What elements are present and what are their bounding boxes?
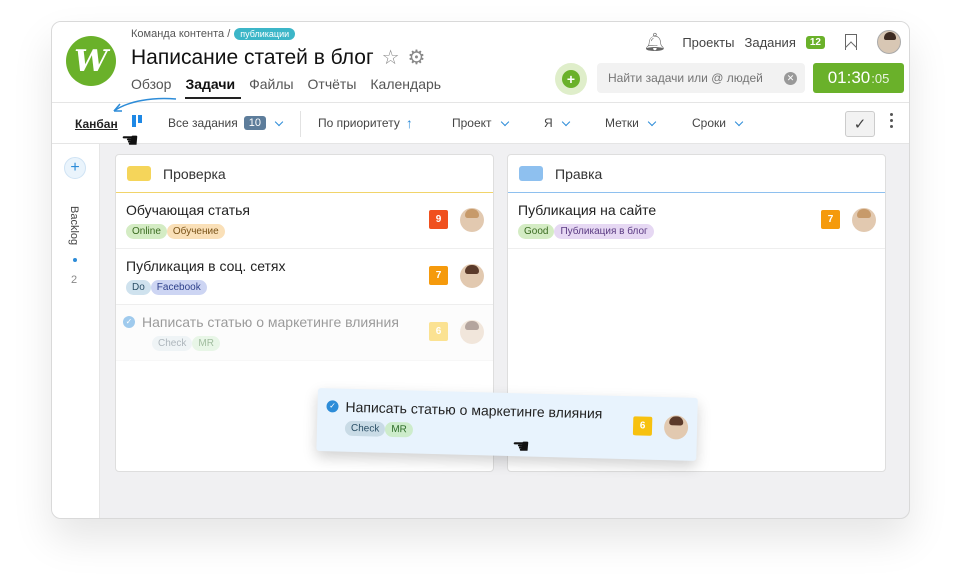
search-box: ✕ (597, 63, 805, 93)
user-avatar[interactable] (877, 30, 901, 54)
column-title: Правка (555, 165, 603, 182)
deadlines-label: Сроки (692, 116, 726, 130)
task-card-drag-placeholder: ✓ Написать статью о маркетинге влияния C… (116, 305, 493, 361)
tag[interactable]: Check (344, 420, 386, 437)
task-card[interactable]: Обучающая статья Online Обучение 9 (116, 193, 493, 249)
priority-badge: 7 (429, 266, 448, 285)
column-header[interactable]: Правка (508, 155, 885, 193)
assignee-avatar[interactable] (852, 208, 876, 232)
project-filter[interactable]: Проект (452, 116, 509, 130)
kanban-view-link[interactable]: Канбан (75, 117, 118, 131)
backlog-count: 2 (71, 274, 78, 286)
swoosh-arrow-icon (113, 97, 177, 112)
priority-badge: 7 (821, 210, 840, 229)
column-color-swatch (127, 166, 151, 181)
check-circle-icon: ✓ (123, 316, 135, 328)
project-label: Проект (452, 116, 492, 130)
assignee-avatar[interactable] (460, 208, 484, 232)
tasks-count-badge: 12 (805, 35, 825, 49)
star-icon[interactable]: ☆ (382, 48, 400, 68)
priority-badge: 6 (632, 416, 653, 436)
bookmark-icon[interactable] (845, 34, 857, 50)
bell-icon[interactable]: 🔔︎ (643, 32, 666, 53)
dragged-task-card[interactable]: ✓ Написать статью о маркетинге влияния C… (316, 388, 698, 461)
tag: MR (192, 336, 220, 351)
chevron-down-icon (734, 117, 744, 126)
task-card[interactable]: Публикация на сайте Good Публикация в бл… (508, 193, 885, 249)
priority-badge: 9 (429, 210, 448, 229)
tag[interactable]: Публикация в блог (554, 224, 654, 239)
toolbar-divider (300, 111, 301, 137)
timer-seconds: :05 (871, 70, 890, 86)
tags-label: Метки (605, 116, 639, 130)
backlog-dot (73, 258, 77, 262)
me-label: Я (544, 116, 553, 130)
sort-label: По приоритету (318, 116, 400, 130)
timer-button[interactable]: 01:30:05 (813, 63, 904, 93)
tab-calendar[interactable]: Календарь (370, 76, 447, 99)
task-card[interactable]: Публикация в соц. сетях Do Facebook 7 (116, 249, 493, 305)
gear-icon[interactable]: ⚙ (408, 48, 426, 68)
chevron-down-icon (647, 117, 657, 126)
tab-files[interactable]: Файлы (249, 76, 299, 99)
add-column-button[interactable]: + (64, 157, 86, 179)
priority-badge: 6 (429, 322, 448, 341)
column-header[interactable]: Проверка (116, 155, 493, 193)
toolbar: Канбан Все задания 10 По приоритету ↑ Пр… (52, 102, 909, 144)
sort-priority[interactable]: По приоритету ↑ (318, 116, 413, 130)
more-options-icon[interactable] (890, 113, 893, 128)
assignee-avatar[interactable] (460, 264, 484, 288)
show-completed-button[interactable]: ✓ (845, 111, 875, 137)
cursor-hand-icon: ☚ (121, 130, 139, 152)
all-tasks-filter[interactable]: Все задания 10 (168, 116, 284, 130)
page-title-text: Написание статей в блог (131, 46, 374, 69)
clear-icon[interactable]: ✕ (784, 71, 797, 85)
app-logo[interactable]: W (66, 36, 116, 86)
tag: Check (152, 336, 193, 351)
tabs: Обзор Задачи Файлы Отчёты Календарь (131, 76, 455, 99)
arrow-up-icon: ↑ (405, 115, 413, 131)
header: W Команда контента / публикации Написани… (52, 22, 909, 102)
chevron-down-icon (561, 117, 570, 126)
chevron-down-icon (500, 117, 509, 126)
tag[interactable]: Обучение (166, 224, 225, 239)
timer-main: 01:30 (827, 68, 871, 87)
breadcrumb-badge[interactable]: публикации (234, 28, 296, 40)
backlog-label[interactable]: Backlog (68, 206, 80, 245)
check-circle-icon[interactable]: ✓ (326, 400, 339, 413)
tag[interactable]: Do (126, 280, 151, 295)
tag[interactable]: MR (385, 421, 414, 438)
assignee-avatar (460, 320, 484, 344)
tag[interactable]: Online (126, 224, 167, 239)
breadcrumb-team-link[interactable]: Команда контента / (131, 28, 230, 40)
breadcrumb: Команда контента / публикации (131, 28, 296, 40)
tag[interactable]: Facebook (150, 280, 207, 295)
page-title: Написание статей в блог ☆ ⚙ (131, 46, 425, 70)
top-right-nav: 🔔︎ Проекты Задания 12 (643, 30, 901, 54)
tab-reports[interactable]: Отчёты (308, 76, 363, 99)
tasks-link[interactable]: Задания (744, 35, 795, 50)
tags-filter[interactable]: Метки (605, 116, 657, 130)
all-tasks-label: Все задания (168, 116, 238, 130)
tag[interactable]: Good (518, 224, 555, 239)
projects-link[interactable]: Проекты (682, 35, 734, 50)
cursor-hand-icon: ☚ (512, 436, 530, 458)
tab-tasks[interactable]: Задачи (185, 76, 242, 99)
deadlines-filter[interactable]: Сроки (692, 116, 744, 130)
search-input[interactable] (608, 71, 784, 85)
column-title: Проверка (163, 165, 226, 182)
plus-icon: + (562, 70, 580, 88)
all-tasks-count: 10 (243, 116, 266, 130)
add-task-button[interactable]: + (555, 63, 587, 95)
check-icon: ✓ (853, 116, 867, 133)
chevron-down-icon (274, 117, 284, 126)
me-filter[interactable]: Я (544, 116, 570, 130)
backlog-panel: + Backlog 2 (52, 144, 100, 518)
column-color-swatch (519, 166, 543, 181)
